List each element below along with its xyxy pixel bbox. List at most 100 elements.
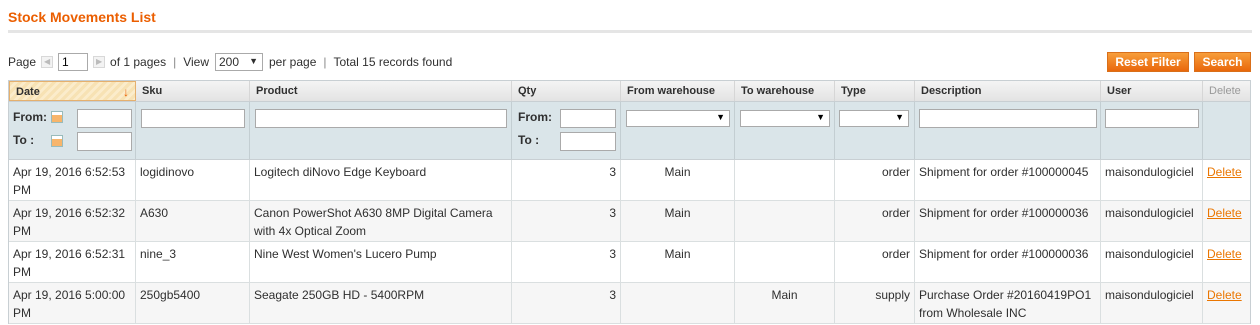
from-warehouse-select[interactable]: ▼ <box>626 110 730 127</box>
total-records: Total 15 records found <box>333 55 453 69</box>
page-number-input[interactable] <box>58 53 89 71</box>
column-header-date-label: Date <box>16 86 40 98</box>
cell-from-warehouse: Main <box>621 160 735 200</box>
calendar-icon[interactable] <box>51 135 63 147</box>
column-header-qty[interactable]: Qty <box>512 81 621 101</box>
calendar-icon[interactable] <box>51 111 63 123</box>
type-select[interactable]: ▼ <box>839 110 909 127</box>
table-row: Apr 19, 2016 6:52:32 PM A630 Canon Power… <box>9 201 1250 242</box>
table-row: Apr 19, 2016 6:52:53 PM logidinovo Logit… <box>9 160 1250 201</box>
cell-product: Canon PowerShot A630 8MP Digital Camera … <box>250 201 512 241</box>
cell-type: order <box>835 201 915 241</box>
grid-header: Date ↓ Sku Product Qty From warehouse To… <box>9 81 1250 102</box>
cell-date: Apr 19, 2016 5:00:00 PM <box>9 283 136 323</box>
cell-type: supply <box>835 283 915 323</box>
column-header-user[interactable]: User <box>1101 81 1203 101</box>
sort-desc-icon: ↓ <box>123 85 129 99</box>
cell-description: Shipment for order #100000036 <box>915 242 1101 282</box>
prev-page-icon[interactable]: ◀ <box>41 56 54 68</box>
from-warehouse-filter: ▼ <box>621 102 735 159</box>
cell-to-warehouse: Main <box>735 283 835 323</box>
cell-delete: Delete <box>1203 160 1250 200</box>
cell-from-warehouse: Main <box>621 201 735 241</box>
date-filter: From: To : <box>9 102 136 159</box>
column-header-sku[interactable]: Sku <box>136 81 250 101</box>
search-button[interactable]: Search <box>1194 52 1251 72</box>
column-header-product[interactable]: Product <box>250 81 512 101</box>
cell-date: Apr 19, 2016 6:52:31 PM <box>9 242 136 282</box>
to-warehouse-filter: ▼ <box>735 102 835 159</box>
filter-row: From: To : From: To : ▼ ▼ ▼ <box>9 102 1250 160</box>
description-filter <box>915 102 1101 159</box>
date-from-input[interactable] <box>77 109 132 128</box>
cell-user: maisondulogiciel <box>1101 283 1203 323</box>
cell-product: Nine West Women's Lucero Pump <box>250 242 512 282</box>
product-filter-input[interactable] <box>255 109 507 128</box>
cell-delete: Delete <box>1203 242 1250 282</box>
cell-qty: 3 <box>512 283 621 323</box>
cell-sku: logidinovo <box>136 160 250 200</box>
cell-sku: nine_3 <box>136 242 250 282</box>
sku-filter-input[interactable] <box>141 109 245 128</box>
date-to-label: To : <box>13 133 35 147</box>
description-filter-input[interactable] <box>919 109 1097 128</box>
qty-to-input[interactable] <box>560 132 616 151</box>
cell-date: Apr 19, 2016 6:52:53 PM <box>9 160 136 200</box>
column-header-to-warehouse[interactable]: To warehouse <box>735 81 835 101</box>
cell-description: Purchase Order #20160419PO1 from Wholesa… <box>915 283 1101 323</box>
sku-filter <box>136 102 250 159</box>
delete-filter <box>1203 102 1250 159</box>
page-title: Stock Movements List <box>8 9 156 25</box>
product-filter <box>250 102 512 159</box>
column-header-date[interactable]: Date ↓ <box>9 81 136 101</box>
per-page-label: per page <box>269 55 317 69</box>
date-from-label: From: <box>13 110 47 124</box>
view-label: View <box>183 55 209 69</box>
pager-separator: | <box>173 55 177 69</box>
chevron-down-icon: ▼ <box>716 112 725 122</box>
pager: Page ◀ ▶ of 1 pages | View 200 ▼ per pag… <box>8 52 452 72</box>
qty-to-label: To : <box>518 133 540 147</box>
cell-user: maisondulogiciel <box>1101 160 1203 200</box>
column-header-type[interactable]: Type <box>835 81 915 101</box>
chevron-down-icon: ▼ <box>249 56 258 66</box>
qty-from-label: From: <box>518 110 552 124</box>
column-header-delete: Delete <box>1209 85 1241 97</box>
column-header-description[interactable]: Description <box>915 81 1101 101</box>
reset-filter-button[interactable]: Reset Filter <box>1107 52 1189 72</box>
cell-qty: 3 <box>512 201 621 241</box>
date-to-input[interactable] <box>77 132 132 151</box>
per-page-value: 200 <box>219 55 240 69</box>
cell-product: Logitech diNovo Edge Keyboard <box>250 160 512 200</box>
cell-delete: Delete <box>1203 201 1250 241</box>
table-row: Apr 19, 2016 6:52:31 PM nine_3 Nine West… <box>9 242 1250 283</box>
cell-qty: 3 <box>512 242 621 282</box>
column-header-from-warehouse[interactable]: From warehouse <box>621 81 735 101</box>
delete-link[interactable]: Delete <box>1207 288 1242 302</box>
cell-description: Shipment for order #100000036 <box>915 201 1101 241</box>
delete-link[interactable]: Delete <box>1207 165 1242 179</box>
qty-from-input[interactable] <box>560 109 616 128</box>
cell-qty: 3 <box>512 160 621 200</box>
cell-to-warehouse <box>735 242 835 282</box>
page-label: Page <box>8 55 37 69</box>
cell-sku: 250gb5400 <box>136 283 250 323</box>
cell-product: Seagate 250GB HD - 5400RPM <box>250 283 512 323</box>
cell-description: Shipment for order #100000045 <box>915 160 1101 200</box>
cell-user: maisondulogiciel <box>1101 201 1203 241</box>
next-page-icon[interactable]: ▶ <box>93 56 106 68</box>
delete-link[interactable]: Delete <box>1207 247 1242 261</box>
delete-link[interactable]: Delete <box>1207 206 1242 220</box>
cell-to-warehouse <box>735 160 835 200</box>
cell-date: Apr 19, 2016 6:52:32 PM <box>9 201 136 241</box>
user-filter-input[interactable] <box>1105 109 1199 128</box>
cell-from-warehouse: Main <box>621 242 735 282</box>
chevron-down-icon: ▼ <box>816 112 825 122</box>
cell-from-warehouse <box>621 283 735 323</box>
to-warehouse-select[interactable]: ▼ <box>740 110 830 127</box>
cell-delete: Delete <box>1203 283 1250 323</box>
cell-sku: A630 <box>136 201 250 241</box>
qty-filter: From: To : <box>512 102 621 159</box>
cell-type: order <box>835 160 915 200</box>
per-page-select[interactable]: 200 ▼ <box>215 53 263 71</box>
